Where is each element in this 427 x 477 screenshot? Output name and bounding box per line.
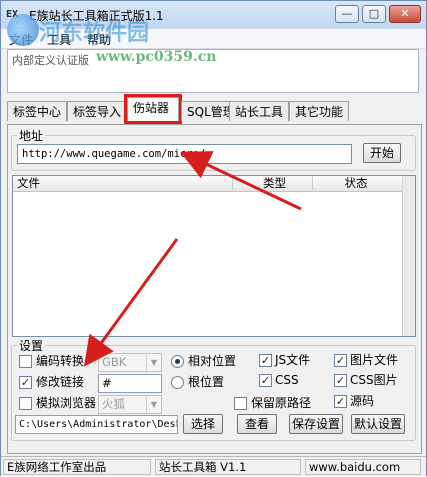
menu-help[interactable]: 帮助 bbox=[87, 31, 111, 48]
menu-tools[interactable]: 工具 bbox=[47, 31, 71, 48]
watermark-logo-icon bbox=[7, 14, 39, 46]
js-files-checkbox[interactable]: ✓ bbox=[259, 354, 272, 367]
status-bar: E族网络工作室出品 站长工具箱 V1.1 www.baidu.com bbox=[1, 456, 426, 476]
browser-value: 火狐 bbox=[102, 397, 125, 411]
modify-links-checkbox[interactable]: ✓ bbox=[19, 376, 32, 389]
root-position-label: 根位置 bbox=[188, 375, 225, 389]
modify-links-label: 修改链接 bbox=[36, 375, 85, 389]
close-button[interactable]: ✕ bbox=[389, 5, 421, 23]
status-right: www.baidu.com bbox=[305, 459, 421, 475]
minimize-button[interactable]: — bbox=[335, 5, 359, 23]
tab-tag-import[interactable]: 标签导入 bbox=[67, 101, 128, 121]
file-list-header: 文件 类型 状态 bbox=[13, 176, 403, 192]
status-middle: 站长工具箱 V1.1 bbox=[155, 459, 301, 475]
window-title: E族站长工具箱正式版1.1 bbox=[29, 9, 164, 23]
css-images-checkbox[interactable]: ✓ bbox=[334, 374, 347, 387]
encoding-value: GBK bbox=[102, 355, 127, 369]
choose-button[interactable]: 选择 bbox=[183, 414, 223, 434]
simulate-browser-checkbox[interactable] bbox=[19, 397, 32, 410]
image-files-label: 图片文件 bbox=[350, 353, 399, 367]
menu-bar: 文件 工具 帮助 bbox=[1, 29, 426, 49]
app-window: EX E族站长工具箱正式版1.1 — □ ✕ 文件 工具 帮助 河东软件园 内部… bbox=[0, 0, 427, 476]
root-position-radio[interactable] bbox=[171, 376, 184, 389]
css-label: CSS bbox=[275, 373, 299, 387]
source-label: 源码 bbox=[350, 394, 375, 408]
tab-other-functions[interactable]: 其它功能 bbox=[289, 101, 350, 121]
image-files-checkbox[interactable]: ✓ bbox=[334, 354, 347, 367]
browser-select[interactable]: 火狐 ▼ bbox=[98, 395, 162, 414]
tab-site-cloner[interactable]: 伤站器 bbox=[124, 94, 182, 124]
maximize-button[interactable]: □ bbox=[362, 5, 386, 23]
save-path-input[interactable]: C:\Users\Administrator\Desk bbox=[15, 415, 178, 434]
status-left: E族网络工作室出品 bbox=[3, 459, 151, 475]
relative-position-radio[interactable] bbox=[171, 355, 184, 368]
url-input[interactable]: http://www.quegame.com/micro/ bbox=[17, 144, 352, 164]
source-checkbox[interactable]: ✓ bbox=[334, 395, 347, 408]
css-images-label: CSS图片 bbox=[350, 373, 398, 387]
column-type[interactable]: 类型 bbox=[233, 176, 313, 192]
encoding-label: 编码转换 bbox=[36, 354, 85, 368]
simulate-browser-label: 模拟浏览器 bbox=[36, 396, 97, 410]
css-checkbox[interactable]: ✓ bbox=[259, 374, 272, 387]
file-list[interactable]: 文件 类型 状态 bbox=[12, 175, 416, 337]
save-settings-button[interactable]: 保存设置 bbox=[289, 414, 343, 434]
relative-position-label: 相对位置 bbox=[188, 354, 237, 368]
keep-path-label: 保留原路径 bbox=[251, 396, 312, 410]
close-icon: ✕ bbox=[400, 7, 410, 20]
watermark-url: www.pc0359.cn bbox=[96, 49, 217, 65]
modify-links-input[interactable]: # bbox=[98, 374, 162, 393]
start-button[interactable]: 开始 bbox=[363, 143, 401, 163]
keep-path-checkbox[interactable] bbox=[234, 397, 247, 410]
column-file[interactable]: 文件 bbox=[13, 176, 233, 192]
chevron-down-icon: ▼ bbox=[146, 354, 161, 371]
default-settings-button[interactable]: 默认设置 bbox=[351, 414, 405, 434]
encoding-select[interactable]: GBK ▼ bbox=[98, 353, 162, 372]
column-status[interactable]: 状态 bbox=[313, 176, 395, 192]
notice-text: 内部定义认证版 bbox=[12, 54, 89, 67]
view-button[interactable]: 查看 bbox=[237, 414, 277, 434]
js-files-label: JS文件 bbox=[275, 353, 311, 367]
address-legend: 地址 bbox=[17, 127, 46, 144]
tab-strip: 标签中心 标签导入 伤站器 SQL管理 站长工具 其它功能 bbox=[7, 94, 422, 125]
file-list-scrollbar[interactable] bbox=[402, 176, 415, 336]
title-bar[interactable]: EX E族站长工具箱正式版1.1 — □ ✕ bbox=[1, 1, 426, 29]
minimize-icon: — bbox=[341, 7, 353, 20]
maximize-icon: □ bbox=[368, 7, 380, 20]
encoding-checkbox[interactable] bbox=[19, 355, 32, 368]
tab-tag-center[interactable]: 标签中心 bbox=[7, 101, 68, 121]
tab-webmaster-tools[interactable]: 站长工具 bbox=[229, 101, 290, 121]
chevron-down-icon: ▼ bbox=[146, 396, 161, 413]
